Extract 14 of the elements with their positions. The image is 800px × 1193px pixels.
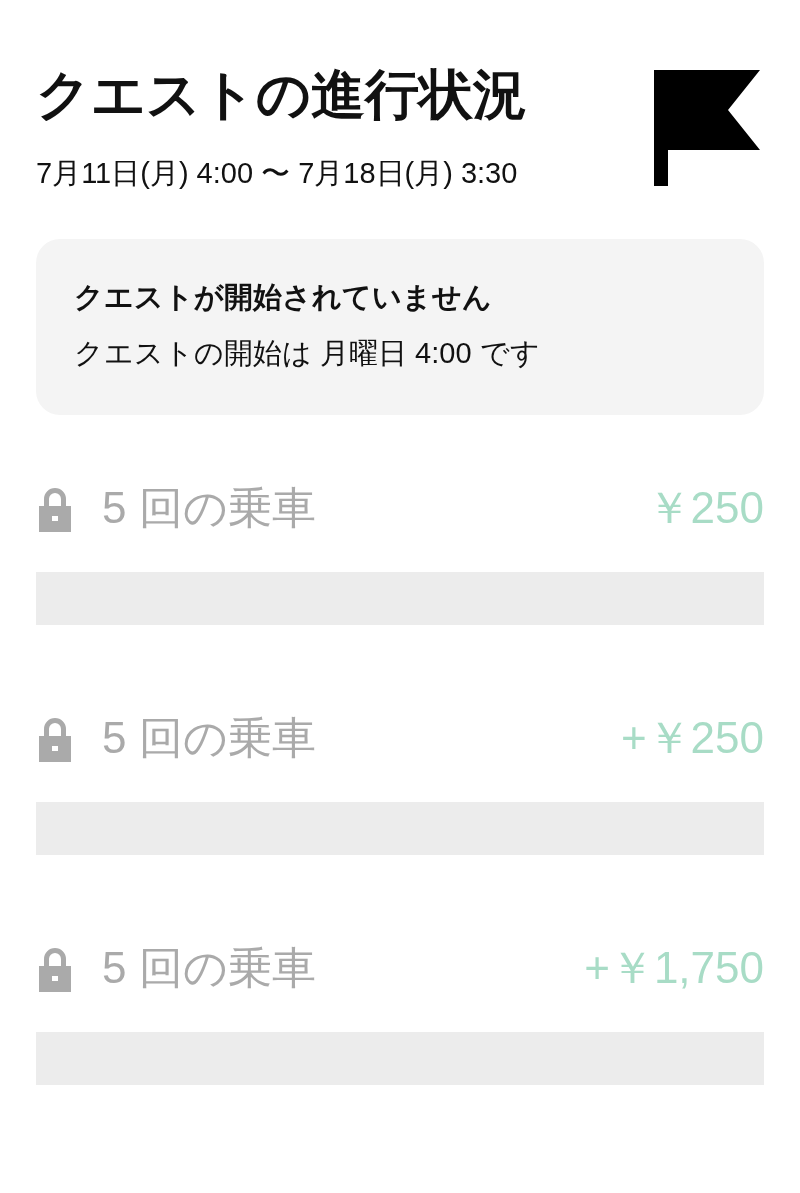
quest-label: 5 回の乗車 (102, 712, 316, 765)
quest-label: 5 回の乗車 (102, 482, 316, 535)
lock-icon (36, 945, 74, 992)
flag-icon (654, 70, 760, 186)
quest-period: 7月11日(月) 4:00 〜 7月18日(月) 3:30 (36, 155, 519, 191)
lock-icon (36, 715, 74, 762)
page-title: クエストの進行状況 (36, 63, 527, 126)
lock-icon (36, 485, 74, 532)
reward-amount: +￥250 (620, 712, 764, 765)
notice-message: クエストの開始は 月曜日 4:00 です (74, 335, 541, 371)
notice-title: クエストが開始されていません (74, 279, 493, 315)
reward-amount: ￥250 (646, 482, 764, 535)
quest-label: 5 回の乗車 (102, 942, 316, 995)
reward-amount: +￥1,750 (584, 942, 764, 995)
